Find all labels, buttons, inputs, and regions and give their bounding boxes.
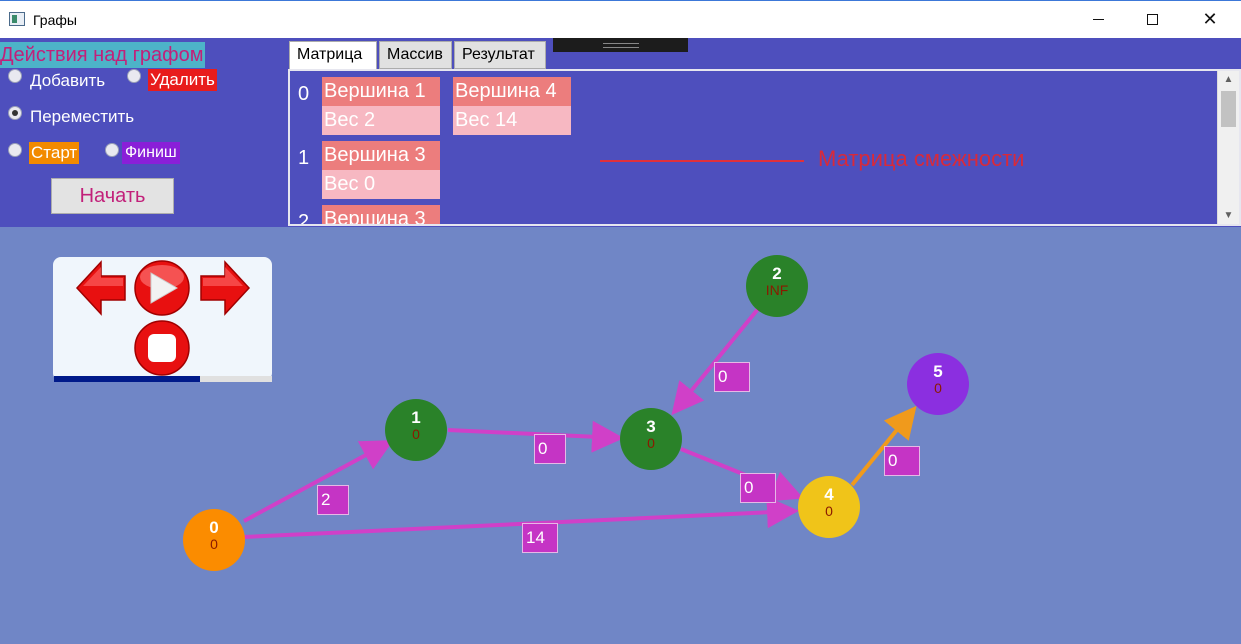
matrix-cell: Вершина 4 Вес 14	[453, 77, 571, 135]
scroll-down-icon[interactable]: ▼	[1218, 207, 1239, 224]
graph-node-2[interactable]: 2 INF	[746, 255, 808, 317]
edge-weight-4-5[interactable]: 0	[884, 446, 920, 476]
graph-node-3[interactable]: 3 0	[620, 408, 682, 470]
maximize-icon	[1146, 14, 1158, 25]
radio-start-label[interactable]: Старт	[29, 142, 80, 164]
graph-node-1[interactable]: 1 0	[385, 399, 447, 461]
playback-progress	[54, 376, 272, 382]
matrix-row-index: 1	[298, 147, 310, 169]
tab-result[interactable]: Результат	[454, 41, 546, 69]
matrix-view: 0 Вершина 1 Вес 2 Вершина 4 Вес 14 1 Вер…	[288, 69, 1241, 226]
stop-button[interactable]	[132, 319, 192, 377]
close-icon: ✕	[1202, 9, 1218, 29]
playback-controls	[53, 257, 272, 381]
matrix-cell-weight: Вес 2	[322, 106, 440, 135]
node-distance: 0	[647, 435, 655, 451]
matrix-row-index: 2	[298, 211, 310, 226]
radio-finish-label[interactable]: Финиш	[122, 142, 180, 164]
radio-delete[interactable]	[127, 69, 141, 83]
node-distance: 0	[825, 503, 833, 519]
next-step-button[interactable]	[199, 260, 251, 316]
top-panel: Действия над графом Добавить Удалить Пер…	[0, 38, 1241, 227]
radio-move[interactable]	[8, 106, 22, 120]
scroll-up-icon[interactable]: ▲	[1218, 71, 1239, 88]
node-id: 4	[824, 485, 834, 504]
close-button[interactable]: ✕	[1187, 1, 1233, 38]
edge-2-3	[671, 307, 760, 416]
graph-node-4[interactable]: 4 0	[798, 476, 860, 538]
maximize-button[interactable]	[1129, 1, 1175, 38]
edge-weight-0-4[interactable]: 14	[522, 523, 558, 553]
node-id: 5	[933, 362, 943, 381]
actions-panel: Действия над графом Добавить Удалить Пер…	[0, 38, 287, 227]
play-button[interactable]	[131, 259, 193, 317]
matrix-cell-vertex: Вершина 1	[322, 77, 440, 106]
scroll-thumb[interactable]	[1221, 91, 1236, 127]
radio-add-label[interactable]: Добавить	[30, 70, 105, 92]
matrix-cell-vertex: Вершина 3	[322, 141, 440, 170]
node-distance: 0	[934, 380, 942, 396]
matrix-cell: Вершина 3 Вес 0	[322, 141, 440, 199]
minimize-button[interactable]	[1075, 1, 1121, 38]
prev-step-button[interactable]	[75, 260, 127, 316]
radio-finish[interactable]	[105, 143, 119, 157]
matrix-cell: Вершина 3	[322, 205, 440, 224]
radio-start[interactable]	[8, 143, 22, 157]
matrix-cell-vertex: Вершина 4	[453, 77, 571, 106]
node-distance: 0	[412, 426, 420, 442]
title-bar: Графы ✕	[0, 0, 1241, 38]
edge-weight-3-4[interactable]: 0	[740, 473, 776, 503]
playback-progress-fill	[54, 376, 201, 382]
node-distance: INF	[765, 282, 789, 298]
tab-matrix[interactable]: Матрица	[289, 41, 377, 71]
matrix-cell-weight: Вес 14	[453, 106, 571, 135]
splitter-handle[interactable]	[553, 38, 688, 52]
node-id: 0	[209, 518, 219, 537]
begin-button[interactable]: Начать	[51, 178, 174, 214]
graph-canvas[interactable]: 2 14 0 0 0 0 0 0 1 0 2 INF 3 0 4 0 5 0	[0, 227, 1241, 644]
edge-weight-1-3[interactable]: 0	[534, 434, 566, 464]
radio-move-label[interactable]: Переместить	[30, 106, 134, 128]
node-distance: 0	[210, 536, 218, 552]
graph-node-5[interactable]: 5 0	[907, 353, 969, 415]
node-id: 1	[411, 408, 421, 427]
window-title: Графы	[33, 12, 77, 28]
edge-weight-0-1[interactable]: 2	[317, 485, 349, 515]
node-id: 3	[646, 417, 656, 436]
node-id: 2	[772, 264, 782, 283]
matrix-annotation: Матрица смежности	[818, 146, 1025, 171]
matrix-cell: Вершина 1 Вес 2	[322, 77, 440, 135]
graph-node-0[interactable]: 0 0	[183, 509, 245, 571]
matrix-row-index: 0	[298, 83, 310, 105]
matrix-scrollbar[interactable]: ▲ ▼	[1217, 71, 1239, 224]
actions-title: Действия над графом	[0, 42, 206, 68]
edge-weight-2-3[interactable]: 0	[714, 362, 750, 392]
minimize-icon	[1092, 19, 1104, 20]
tab-array[interactable]: Массив	[379, 41, 452, 69]
app-icon	[9, 12, 25, 26]
radio-add[interactable]	[8, 69, 22, 83]
matrix-cell-weight: Вес 0	[322, 170, 440, 199]
matrix-cell-vertex: Вершина 3	[322, 205, 440, 224]
radio-delete-label[interactable]: Удалить	[148, 69, 217, 91]
annotation-line	[600, 160, 804, 162]
